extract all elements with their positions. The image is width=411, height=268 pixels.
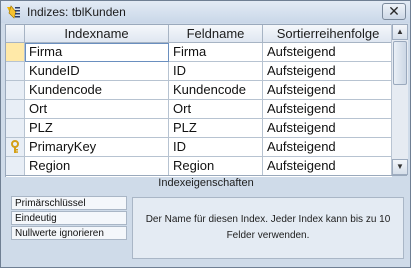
index-properties-list: Primärschlüssel Eindeutig Nullwerte igno… xyxy=(11,196,127,241)
key-icon xyxy=(11,140,19,153)
scroll-up-icon[interactable]: ▲ xyxy=(392,24,408,40)
row-selector[interactable] xyxy=(6,138,25,157)
indexname-cell[interactable]: Region xyxy=(25,157,169,176)
window-title: Indizes: tblKunden xyxy=(27,5,126,19)
scroll-down-icon[interactable]: ▼ xyxy=(392,159,408,175)
indexname-cell[interactable]: Kundencode xyxy=(25,81,169,100)
row-selector[interactable] xyxy=(6,62,25,81)
table-row[interactable]: Ort Ort Aufsteigend xyxy=(6,100,392,119)
sort-cell[interactable]: Aufsteigend xyxy=(263,138,392,157)
property-description: Der Name für diesen Index. Jeder Index k… xyxy=(132,197,404,259)
feldname-cell[interactable]: Ort xyxy=(169,100,263,119)
sort-cell[interactable]: Aufsteigend xyxy=(263,100,392,119)
indexes-dialog: Indizes: tblKunden ✕ Indexname Feldname … xyxy=(0,0,411,268)
column-header-sortierreihenfolge[interactable]: Sortierreihenfolge xyxy=(263,25,392,43)
table-row[interactable]: KundeID ID Aufsteigend xyxy=(6,62,392,81)
row-selector[interactable] xyxy=(6,43,25,62)
row-selector[interactable] xyxy=(6,100,25,119)
row-selector[interactable] xyxy=(6,157,25,176)
scroll-thumb[interactable] xyxy=(393,41,407,85)
indexes-icon xyxy=(7,5,20,19)
index-properties-label: Indexeigenschaften xyxy=(5,175,407,190)
close-button[interactable]: ✕ xyxy=(382,3,406,20)
feldname-cell[interactable]: PLZ xyxy=(169,119,263,138)
row-selector[interactable] xyxy=(6,119,25,138)
feldname-cell[interactable]: Firma xyxy=(169,43,263,62)
column-header-indexname[interactable]: Indexname xyxy=(25,25,169,43)
sort-cell[interactable]: Aufsteigend xyxy=(263,81,392,100)
index-grid: Indexname Feldname Sortierreihenfolge Fi… xyxy=(5,24,392,177)
property-primary-key[interactable]: Primärschlüssel xyxy=(11,196,127,210)
table-row[interactable]: Kundencode Kundencode Aufsteigend xyxy=(6,81,392,100)
table-row[interactable]: Region Region Aufsteigend xyxy=(6,157,392,176)
title-bar[interactable]: Indizes: tblKunden ✕ xyxy=(1,1,410,23)
feldname-cell[interactable]: ID xyxy=(169,138,263,157)
feldname-cell[interactable]: Region xyxy=(169,157,263,176)
close-icon: ✕ xyxy=(388,3,400,19)
row-selector-header[interactable] xyxy=(6,25,25,43)
indexname-cell[interactable]: Firma xyxy=(25,43,169,62)
sort-cell[interactable]: Aufsteigend xyxy=(263,43,392,62)
sort-cell[interactable]: Aufsteigend xyxy=(263,157,392,176)
table-row[interactable]: PrimaryKey ID Aufsteigend xyxy=(6,138,392,157)
property-unique[interactable]: Eindeutig xyxy=(11,211,127,225)
table-row[interactable]: PLZ PLZ Aufsteigend xyxy=(6,119,392,138)
column-header-feldname[interactable]: Feldname xyxy=(169,25,263,43)
sort-cell[interactable]: Aufsteigend xyxy=(263,62,392,81)
property-ignore-nulls[interactable]: Nullwerte ignorieren xyxy=(11,226,127,240)
indexname-cell[interactable]: Ort xyxy=(25,100,169,119)
feldname-cell[interactable]: ID xyxy=(169,62,263,81)
indexname-cell[interactable]: PLZ xyxy=(25,119,169,138)
table-row[interactable]: Firma Firma Aufsteigend xyxy=(6,43,392,62)
row-selector[interactable] xyxy=(6,81,25,100)
vertical-scrollbar[interactable]: ▲ ▼ xyxy=(391,24,408,175)
indexname-cell[interactable]: KundeID xyxy=(25,62,169,81)
sort-cell[interactable]: Aufsteigend xyxy=(263,119,392,138)
feldname-cell[interactable]: Kundencode xyxy=(169,81,263,100)
indexname-cell[interactable]: PrimaryKey xyxy=(25,138,169,157)
